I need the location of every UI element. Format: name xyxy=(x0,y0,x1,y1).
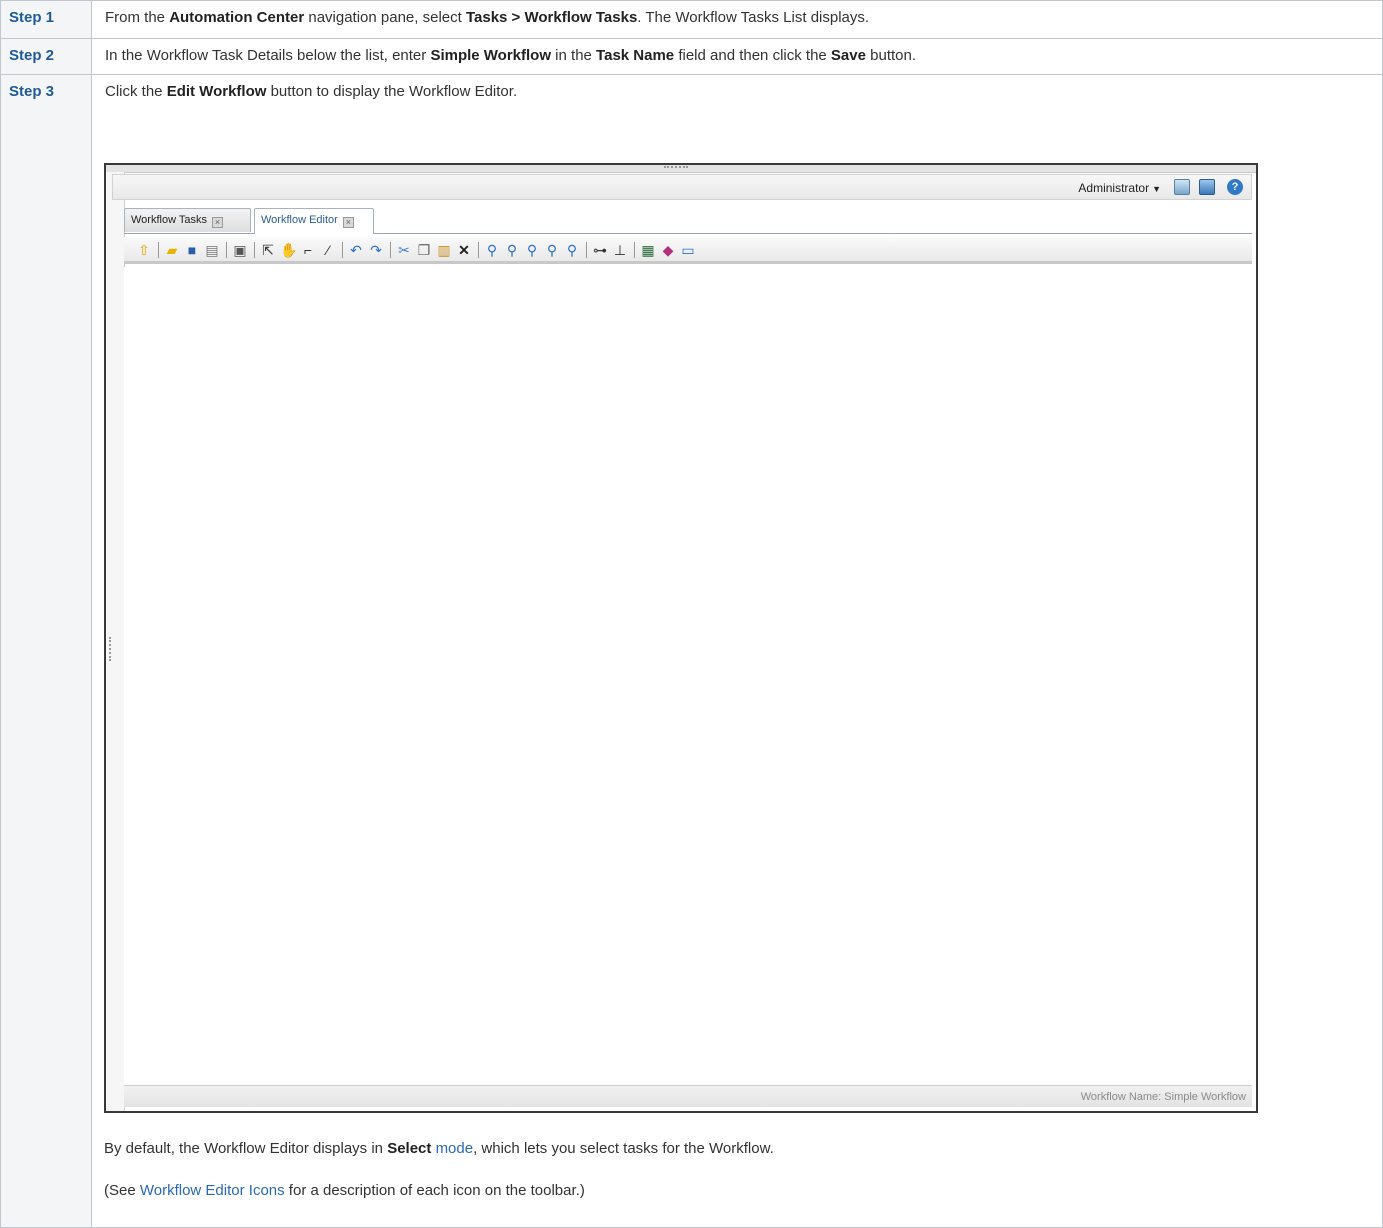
bold-term: Tasks > Workflow Tasks xyxy=(465,9,638,26)
step-row: Step 2 In the Workflow Task Details belo… xyxy=(0,38,1383,75)
editor-toolbar: ⇧ ▰ ■ ▤ ▣ ⇱ ✋ ⌐ ⁄ ↶ ↷ ✂ ❐ ▥ ✕ ⚲ ⚲ ⚲ ⚲ ⚲ … xyxy=(124,237,1252,264)
close-icon[interactable]: × xyxy=(212,217,224,228)
close-icon[interactable]: × xyxy=(342,217,354,228)
undo-icon[interactable]: ↶ xyxy=(348,242,364,258)
step-text: From the Automation Center navigation pa… xyxy=(91,0,1383,39)
monitor-icon[interactable]: ▭ xyxy=(680,242,696,258)
copy-icon[interactable]: ❐ xyxy=(416,242,432,258)
step-row: Step 1 From the Automation Center naviga… xyxy=(0,0,1383,39)
help-icon[interactable]: ? xyxy=(1227,179,1243,195)
cut-icon[interactable]: ✂ xyxy=(396,242,412,258)
monitor-icon[interactable] xyxy=(1199,179,1215,195)
user-bar: Administrator ▼ ? xyxy=(112,174,1252,200)
zoom-out-icon[interactable]: ⚲ xyxy=(524,242,540,258)
zoom-actual-icon[interactable]: ⚲ xyxy=(564,242,580,258)
workflow-name-status: Workflow Name: Simple Workflow xyxy=(1080,1091,1246,1103)
see-icons-paragraph: (See Workflow Editor Icons for a descrip… xyxy=(104,1182,585,1199)
layout-horizontal-icon[interactable]: ⊶ xyxy=(592,242,608,258)
select-pointer-icon[interactable]: ⇱ xyxy=(260,242,276,258)
bold-term: Edit Workflow xyxy=(166,83,267,100)
bold-term: Task Name xyxy=(596,47,675,64)
tab-workflow-editor[interactable]: Workflow Editor × xyxy=(254,208,374,234)
workflow-editor-screenshot: Administrator ▼ ? Workflow Tasks × Workflo… xyxy=(104,163,1258,1113)
top-resize-grip[interactable] xyxy=(106,165,1256,173)
left-resize-grip[interactable] xyxy=(106,172,125,1111)
redo-icon[interactable]: ↷ xyxy=(368,242,384,258)
paste-icon[interactable]: ▥ xyxy=(436,242,452,258)
tab-strip: Workflow Tasks × Workflow Editor × xyxy=(124,206,1252,234)
print-icon[interactable]: ▤ xyxy=(204,242,220,258)
zoom-icon[interactable]: ⚲ xyxy=(484,242,500,258)
status-bar: Workflow Name: Simple Workflow xyxy=(124,1085,1252,1107)
tab-workflow-tasks[interactable]: Workflow Tasks × xyxy=(124,208,251,232)
user-menu[interactable]: Administrator ▼ xyxy=(1078,181,1161,195)
properties-icon[interactable]: ▦ xyxy=(640,242,656,258)
bold-term: Save xyxy=(830,47,866,64)
layout-tree-icon[interactable]: ⊥ xyxy=(612,242,628,258)
zoom-in-icon[interactable]: ⚲ xyxy=(504,242,520,258)
up-arrow-icon[interactable]: ⇧ xyxy=(136,242,152,258)
step-label: Step 3 xyxy=(0,74,92,1228)
save-icon[interactable]: ■ xyxy=(184,242,200,258)
zoom-fit-icon[interactable]: ⚲ xyxy=(544,242,560,258)
step-label: Step 1 xyxy=(0,0,92,39)
open-folder-icon[interactable]: ▰ xyxy=(164,242,180,258)
step-text: In the Workflow Task Details below the l… xyxy=(91,38,1383,75)
mode-link[interactable]: mode xyxy=(436,1140,474,1157)
pan-hand-icon[interactable]: ✋ xyxy=(280,242,297,258)
workflow-editor-icons-link[interactable]: Workflow Editor Icons xyxy=(140,1182,285,1199)
step-label: Step 2 xyxy=(0,38,92,75)
default-mode-paragraph: By default, the Workflow Editor displays… xyxy=(104,1140,774,1157)
book-icon[interactable]: ◆ xyxy=(660,242,676,258)
chevron-down-icon: ▼ xyxy=(1152,184,1161,194)
bold-term: Select xyxy=(387,1140,432,1157)
bold-term: Simple Workflow xyxy=(430,47,552,64)
connector-elbow-icon[interactable]: ⌐ xyxy=(300,242,316,258)
home-icon[interactable] xyxy=(1174,179,1190,195)
bold-term: Automation Center xyxy=(169,9,305,26)
connector-straight-icon[interactable]: ⁄ xyxy=(320,242,336,258)
delete-icon[interactable]: ✕ xyxy=(456,242,472,258)
workflow-canvas[interactable] xyxy=(124,267,1252,1085)
print-preview-icon[interactable]: ▣ xyxy=(232,242,248,258)
